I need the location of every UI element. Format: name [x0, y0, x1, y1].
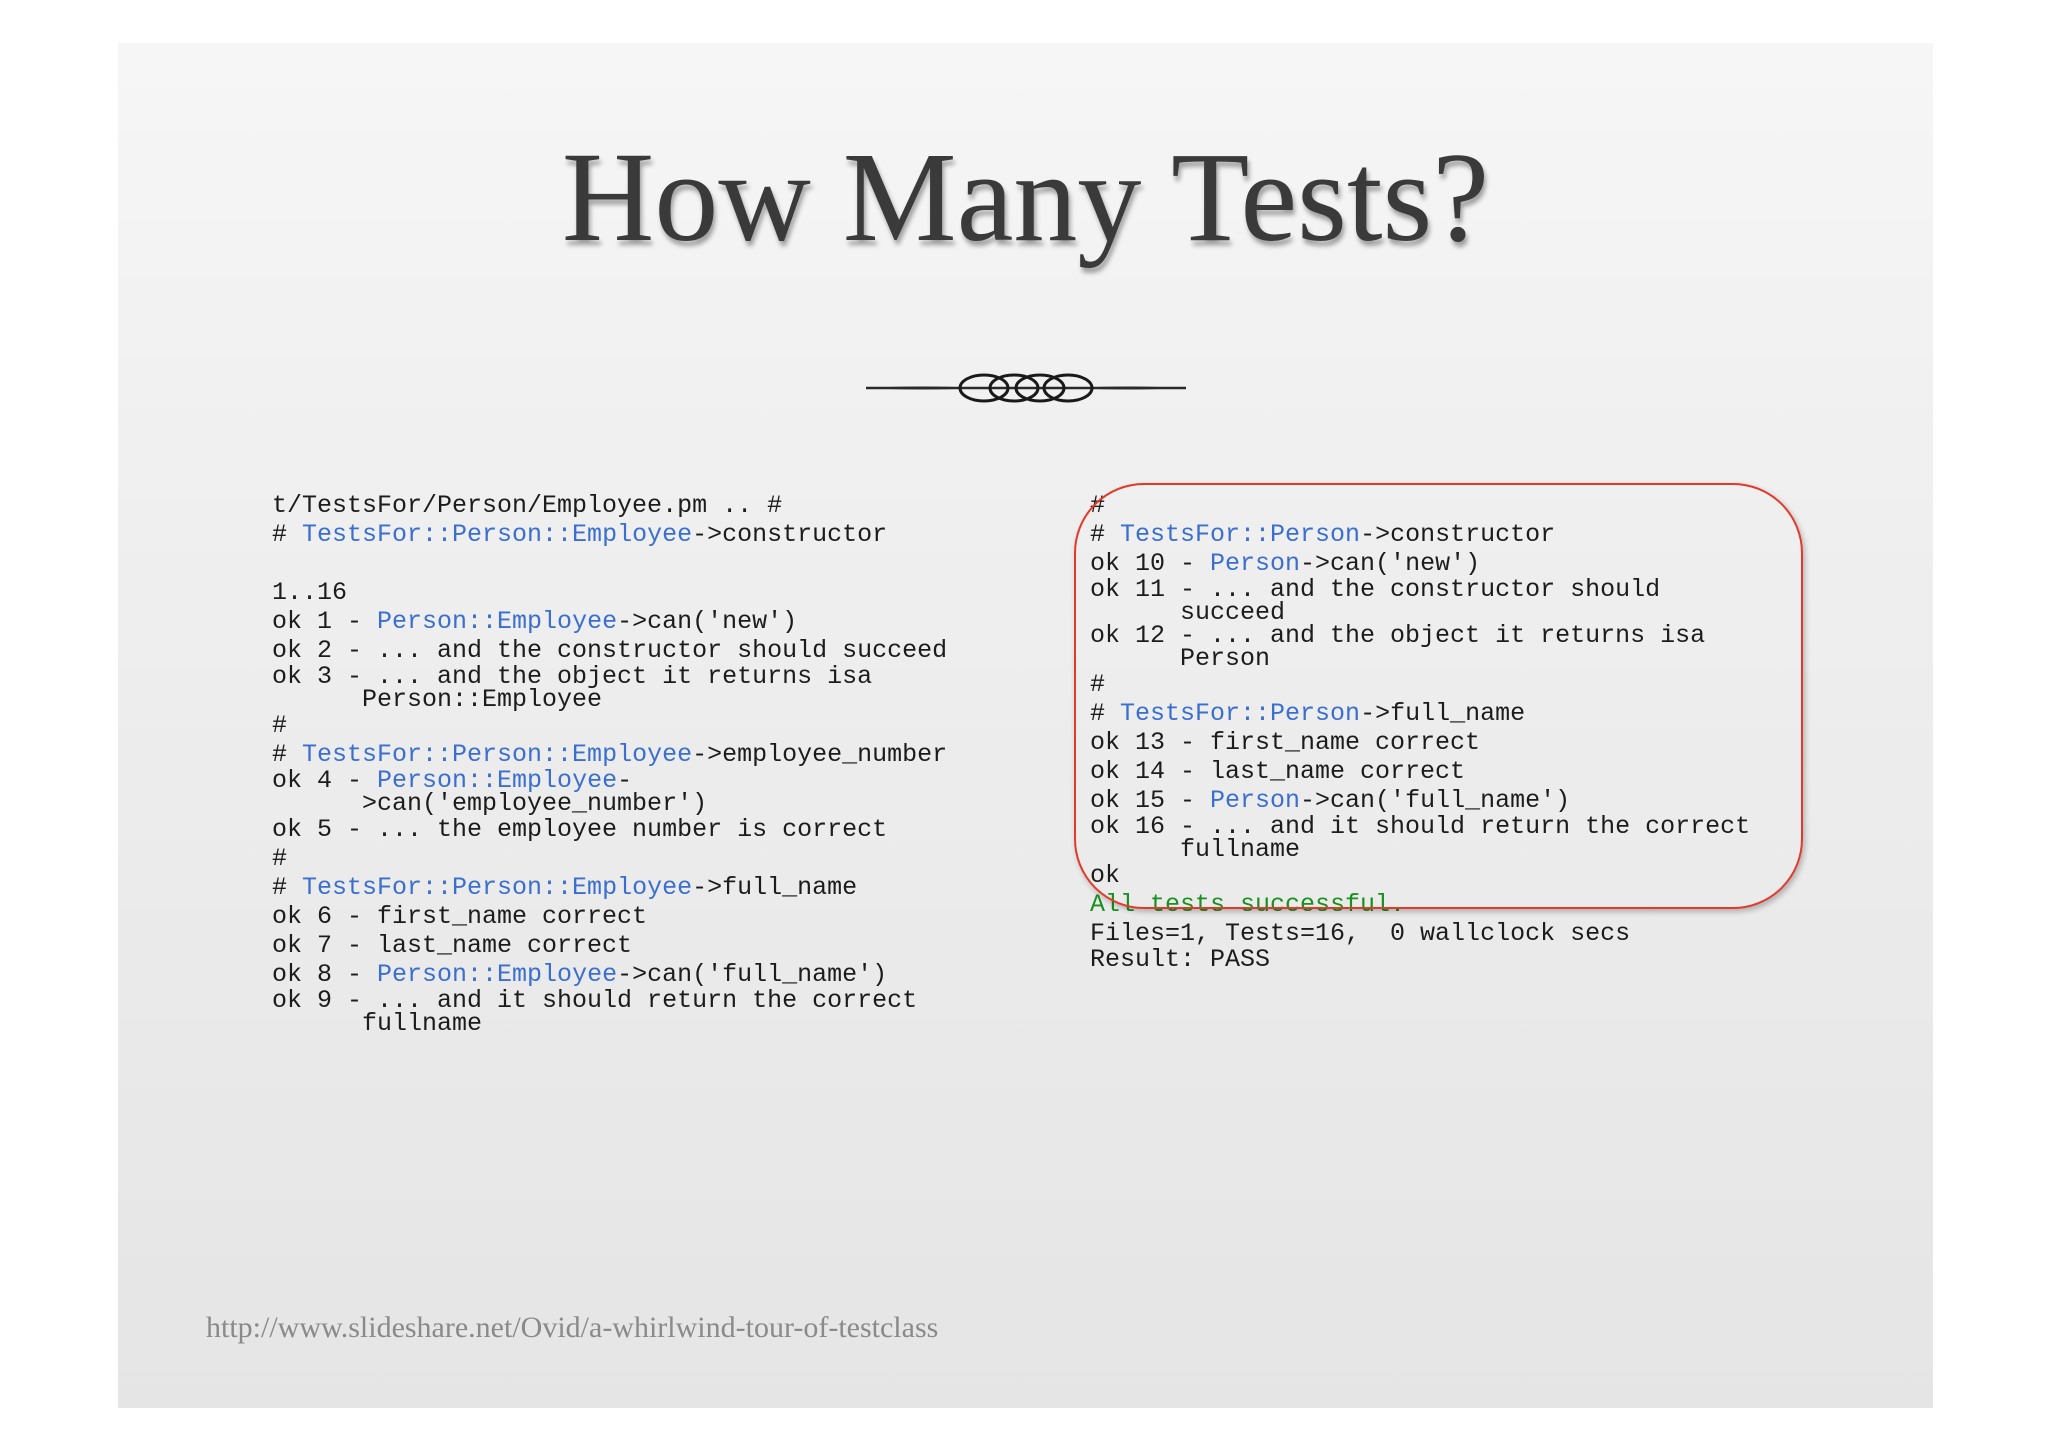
code-line: 1..16	[272, 578, 348, 607]
code-line: t/TestsFor/Person/Employee.pm .. #	[272, 491, 783, 520]
test-output-left: t/TestsFor/Person/Employee.pm .. # # Tes…	[272, 491, 948, 1038]
source-url: http://www.slideshare.net/Ovid/a-whirlwi…	[206, 1311, 939, 1344]
code-line: # TestsFor::Person::Employee->employee_n…	[272, 740, 948, 769]
code-line: ok 6 - first_name correct	[272, 902, 648, 931]
code-line: ok 5 - ... the employee number is correc…	[272, 815, 888, 844]
code-line: >can('employee_number')	[272, 789, 708, 818]
code-line: ok 8 - Person::Employee->can('full_name'…	[272, 960, 888, 989]
flourish-divider-icon	[866, 373, 1186, 403]
code-line: fullname	[272, 1009, 483, 1038]
summary-line: Files=1, Tests=16, 0 wallclock secs	[1090, 919, 1631, 948]
code-line: Person::Employee	[272, 685, 603, 714]
code-line: # TestsFor::Person::Employee->constructo…	[272, 520, 888, 549]
code-line: #	[272, 711, 288, 740]
class-name: Person::Employee	[377, 960, 618, 989]
code-line: ok 7 - last_name correct	[272, 931, 633, 960]
code-line: #	[272, 844, 288, 873]
class-name: TestsFor::Person::Employee	[302, 873, 693, 902]
class-name: TestsFor::Person::Employee	[302, 520, 693, 549]
code-line: ok 2 - ... and the constructor should su…	[272, 636, 948, 665]
class-name: Person::Employee	[377, 607, 618, 636]
result-line: Result: PASS	[1090, 945, 1271, 974]
slide-title: How Many Tests?	[561, 126, 1490, 268]
highlight-annotation	[1074, 483, 1803, 909]
class-name: TestsFor::Person::Employee	[302, 740, 693, 769]
code-line: # TestsFor::Person::Employee->full_name	[272, 873, 858, 902]
slide: How Many Tests? t/TestsFor/Person/Employ…	[118, 43, 1933, 1408]
code-line: ok 1 - Person::Employee->can('new')	[272, 607, 798, 636]
